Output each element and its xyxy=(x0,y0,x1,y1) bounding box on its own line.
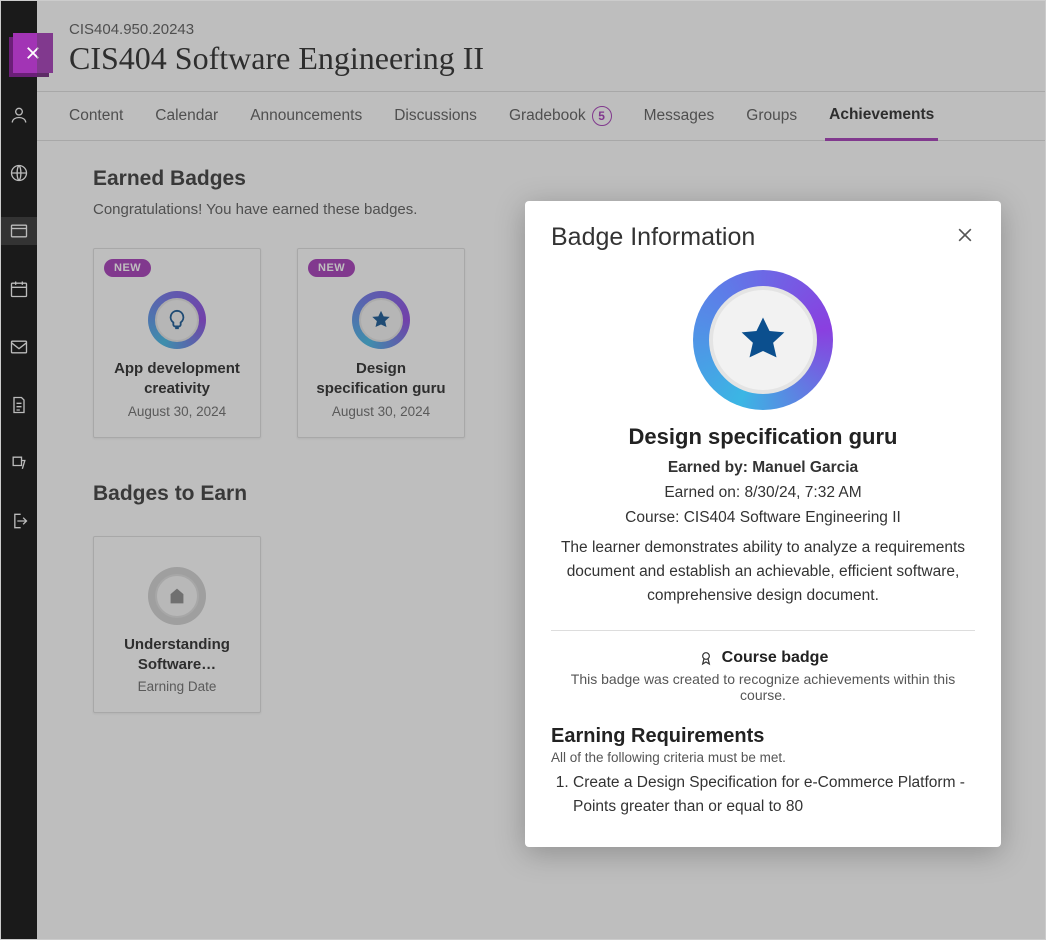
modal-earned-by: Earned by: Manuel Garcia xyxy=(551,456,975,481)
nav-courses-icon[interactable] xyxy=(1,217,37,245)
modal-close-button[interactable] xyxy=(955,225,975,250)
divider xyxy=(551,630,975,631)
nav-tools-icon[interactable] xyxy=(1,449,37,477)
nav-grades-icon[interactable] xyxy=(1,391,37,419)
badge-category: Course badge xyxy=(551,649,975,667)
modal-description: The learner demonstrates ability to anal… xyxy=(551,536,975,608)
requirement-item: Create a Design Specification for e-Comm… xyxy=(573,771,975,819)
nav-calendar-icon[interactable] xyxy=(1,275,37,303)
modal-badge-icon xyxy=(693,270,833,410)
main-panel: CIS404.950.20243 CIS404 Software Enginee… xyxy=(37,1,1045,939)
badge-info-modal: Badge Information Design specification g… xyxy=(525,201,1001,847)
star-icon xyxy=(736,313,790,367)
requirements-heading: Earning Requirements xyxy=(551,725,975,748)
left-nav-rail xyxy=(1,1,37,939)
modal-badge-name: Design specification guru xyxy=(551,424,975,450)
modal-title: Badge Information xyxy=(551,223,755,252)
nav-institution-icon[interactable] xyxy=(1,159,37,187)
badge-category-sub: This badge was created to recognize achi… xyxy=(551,671,975,703)
nav-profile-icon[interactable] xyxy=(1,101,37,129)
requirements-list: Create a Design Specification for e-Comm… xyxy=(551,771,975,819)
ribbon-icon xyxy=(698,650,714,666)
modal-earned-on: Earned on: 8/30/24, 7:32 AM xyxy=(551,481,975,506)
modal-course: Course: CIS404 Software Engineering II xyxy=(551,506,975,531)
badge-category-label: Course badge xyxy=(722,649,829,667)
close-icon xyxy=(955,225,975,245)
nav-messages-icon[interactable] xyxy=(1,333,37,361)
requirements-subtext: All of the following criteria must be me… xyxy=(551,750,975,765)
nav-signout-icon[interactable] xyxy=(1,507,37,535)
